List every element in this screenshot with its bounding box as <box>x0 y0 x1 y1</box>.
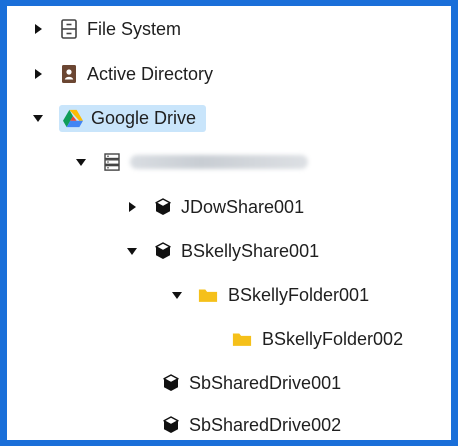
tree-item-bskellyfolder002[interactable]: BSkellyFolder002 <box>7 322 451 356</box>
address-book-icon <box>59 64 79 84</box>
tree-item-bskellyfolder001[interactable]: BSkellyFolder001 <box>7 278 451 312</box>
expand-arrow-icon[interactable] <box>31 67 45 81</box>
tree-panel: File System Active Directory Google Driv… <box>7 6 451 440</box>
tree-item-label: SbSharedDrive001 <box>189 372 342 393</box>
tree-item-label: SbSharedDrive002 <box>189 414 342 435</box>
tree-item-sbshareddrive002[interactable]: SbSharedDrive002 <box>7 408 451 440</box>
expand-arrow-icon[interactable] <box>125 200 139 214</box>
file-cabinet-icon <box>59 19 79 39</box>
tree-item-label: BSkellyFolder001 <box>228 284 370 305</box>
folder-icon <box>198 285 218 305</box>
cube-icon <box>161 373 181 393</box>
redacted-server-name <box>130 155 308 169</box>
tree-item-label: Active Directory <box>87 63 214 84</box>
tree-item-bskellyshare001[interactable]: BSkellyShare001 <box>7 234 451 268</box>
tree-item-label: BSkellyFolder002 <box>262 328 404 349</box>
tree-item-file-system[interactable]: File System <box>7 12 451 46</box>
cube-icon <box>153 197 173 217</box>
collapse-arrow-icon[interactable] <box>74 155 88 169</box>
tree-item-label: Google Drive <box>91 107 197 128</box>
folder-icon <box>232 329 252 349</box>
collapse-arrow-icon[interactable] <box>170 288 184 302</box>
tree-item-sbshareddrive001[interactable]: SbSharedDrive001 <box>7 366 451 400</box>
tree-item-label: JDowShare001 <box>181 196 305 217</box>
google-drive-icon <box>63 108 83 128</box>
tree-item-google-drive[interactable]: Google Drive <box>7 101 451 135</box>
tree-item-jdowshare001[interactable]: JDowShare001 <box>7 190 451 224</box>
tree-item-active-directory[interactable]: Active Directory <box>7 57 451 91</box>
tree-item-server[interactable] <box>7 145 451 179</box>
collapse-arrow-icon[interactable] <box>31 111 45 125</box>
tree-item-label: BSkellyShare001 <box>181 240 320 261</box>
selection-highlight[interactable]: Google Drive <box>59 104 207 132</box>
cube-icon <box>161 415 181 435</box>
collapse-arrow-icon[interactable] <box>125 244 139 258</box>
expand-arrow-icon[interactable] <box>31 22 45 36</box>
tree-item-label: File System <box>87 18 182 39</box>
server-icon <box>102 152 122 172</box>
cube-icon <box>153 241 173 261</box>
